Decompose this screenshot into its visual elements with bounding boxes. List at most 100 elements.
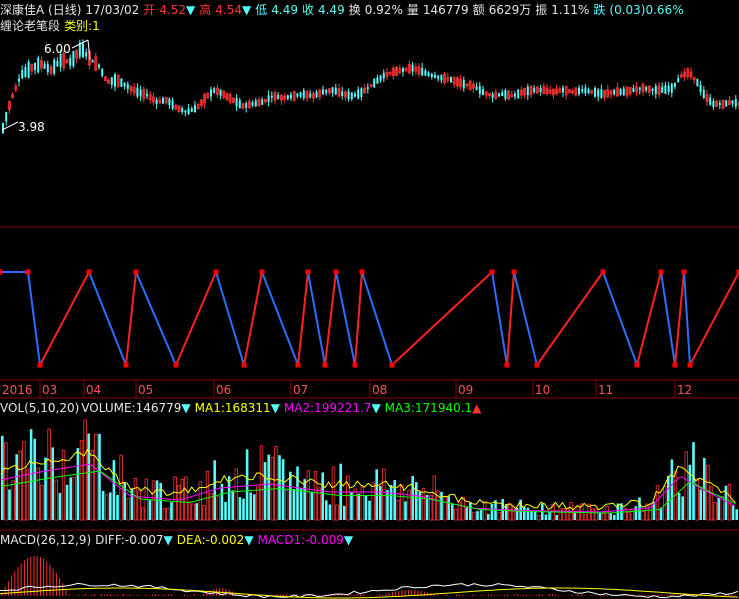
amplitude-value: 1.11% <box>551 3 590 17</box>
candle-body-down <box>187 108 190 115</box>
volume-bar-down <box>29 429 33 520</box>
candle-body-down <box>718 102 721 106</box>
candle-body-down <box>725 100 728 107</box>
volume-bar-up <box>655 485 660 521</box>
candle-body-down <box>504 90 507 99</box>
candle-body-down <box>334 87 337 95</box>
volume-value: 146779 <box>422 3 469 17</box>
stroke-pivot <box>123 362 129 368</box>
candle-body-down <box>238 100 241 109</box>
candle-body-down <box>190 108 193 112</box>
macd-diff-down-icon: ▼ <box>163 533 173 547</box>
stroke-pivot <box>305 269 311 275</box>
volume-bar-down <box>530 511 533 520</box>
candle-body-down <box>434 75 436 78</box>
candle-body-down <box>136 87 139 97</box>
volume-bar-up <box>176 484 181 521</box>
candle-body-down <box>450 76 452 83</box>
volume-bar-up <box>133 477 138 521</box>
chart-canvas[interactable] <box>0 0 739 599</box>
stroke-pivot <box>600 269 606 275</box>
candle-body-down <box>366 87 369 90</box>
stroke-segment-up <box>39 271 90 366</box>
volume-bar-down <box>220 483 224 520</box>
volume-bar-down <box>613 514 616 520</box>
candle-body-down <box>251 102 254 106</box>
candle-body-down <box>309 93 312 98</box>
candle-body-down <box>632 88 635 92</box>
volume-bar-down <box>469 501 472 520</box>
candle-body-down <box>670 83 673 93</box>
candle-body-down <box>514 93 516 97</box>
volume-bar-down <box>242 498 245 520</box>
stroke-pivot <box>534 362 540 368</box>
volume-bar-up <box>40 485 44 521</box>
volume-bar-up <box>562 508 566 521</box>
stroke-pivot <box>259 269 265 275</box>
volume-bar-down <box>735 509 738 520</box>
candle-body-down <box>194 105 196 113</box>
volume-bar-down <box>299 488 303 520</box>
volume-bar-down <box>109 492 112 520</box>
volume-bar-up <box>558 508 562 521</box>
stroke-pivot <box>504 362 510 368</box>
volume-bar-up <box>274 446 278 521</box>
stroke-segment-up <box>506 271 515 366</box>
candle-body-down <box>69 58 72 66</box>
volume-bar-down <box>717 497 720 520</box>
volume-bar-down <box>263 462 267 520</box>
volume-bar-down <box>368 500 371 520</box>
volume-bar-down <box>69 477 72 520</box>
macd-diff: DIFF:-0.007 <box>95 533 164 547</box>
candle-body-down <box>594 88 596 97</box>
candle-body-down <box>98 64 100 68</box>
vol-name: VOL(5,10,20) <box>0 401 80 415</box>
candle-body-down <box>478 86 481 95</box>
stroke-segment-up <box>636 271 662 366</box>
volume-bar-down <box>479 509 483 520</box>
candle-body-down <box>34 62 36 70</box>
volume-bar-up <box>497 512 501 521</box>
candle-body-down <box>638 87 641 90</box>
candle-body-down <box>411 64 414 72</box>
low-value: 4.49 <box>271 3 298 17</box>
volume-bar-down <box>249 492 252 520</box>
volume-bar-down <box>116 494 119 520</box>
candle-body-down <box>286 95 289 99</box>
candle-body-down <box>347 91 350 99</box>
volume-bar-down <box>476 511 479 520</box>
volume-bar-up <box>83 419 87 521</box>
stroke-segment-down <box>307 271 326 366</box>
volume-bar-down <box>526 507 530 520</box>
volume-bar-down <box>415 482 418 520</box>
volume-bar-down <box>253 494 256 520</box>
amount-value: 6629万 <box>488 3 532 17</box>
volume-bar-down <box>357 493 360 520</box>
stroke-pivot <box>359 269 365 275</box>
candle-body-down <box>376 77 379 84</box>
candle-body-down <box>184 110 187 113</box>
candle-body-down <box>482 89 484 95</box>
candle-body-down <box>46 64 49 72</box>
volume-bar-up <box>25 468 30 521</box>
candle-body-down <box>155 99 158 105</box>
stroke-pivot <box>333 269 339 275</box>
x-label-12: 12 <box>677 383 693 397</box>
volume-bar-up <box>18 450 22 521</box>
volume-bar-down <box>325 500 328 520</box>
candle-body-down <box>702 89 705 98</box>
candle-body-down <box>517 89 520 99</box>
volume-bar-up <box>396 499 400 521</box>
candle-body-down <box>498 93 500 97</box>
candle-body-down <box>162 97 164 104</box>
macd-dea-down-icon: ▼ <box>244 533 254 547</box>
candle-body-down <box>101 68 104 76</box>
volume-bar-up <box>461 496 465 521</box>
volume-bar-down <box>490 504 494 520</box>
candle-body-down <box>341 91 344 97</box>
price-low-leader <box>1 121 19 131</box>
volume-bar-down <box>731 505 735 520</box>
volume-bar-down <box>375 469 378 520</box>
volume-bar-down <box>447 496 450 520</box>
candle-body-down <box>654 86 657 94</box>
